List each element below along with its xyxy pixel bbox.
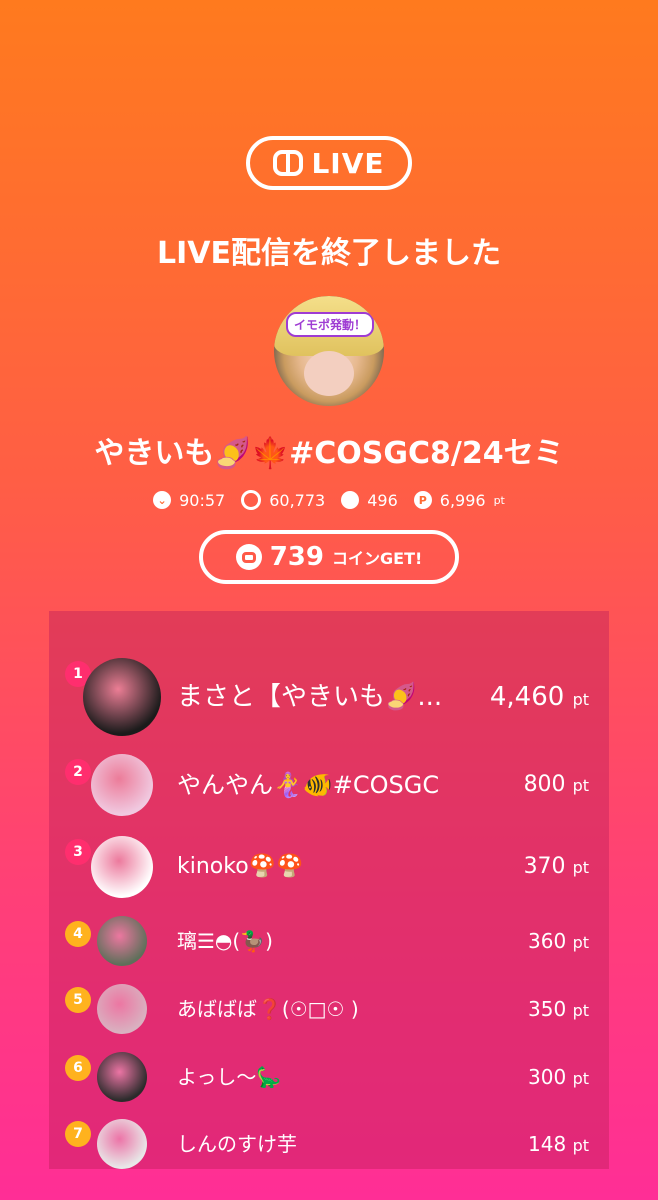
user-name: しんのすけ芋 xyxy=(177,1132,297,1156)
viewers-icon xyxy=(241,490,262,510)
user-avatar[interactable] xyxy=(91,754,153,816)
duration-stat: ⌄ 90:57 xyxy=(153,491,225,510)
points-unit: pt xyxy=(493,493,505,507)
user-avatar[interactable] xyxy=(91,836,153,898)
user-points: 370 pt xyxy=(524,835,589,899)
avatar-sticker: イモポ発動！ xyxy=(286,312,375,337)
user-name: やんやん🧜‍♀️🐠#COSGC xyxy=(177,771,440,799)
m-logo-icon xyxy=(273,150,304,176)
ranking-row[interactable]: 5 あばばば❓(☉□☉ ) 350 pt xyxy=(49,983,609,1035)
points-number: 370 xyxy=(523,854,566,879)
stats-bar: ⌄ 90:57 60,773 496 P 6,996 pt xyxy=(0,490,658,510)
points-number: 4,460 xyxy=(489,682,565,712)
points-stat: P 6,996 pt xyxy=(413,490,505,510)
user-name: 璃☰◓(🦆) xyxy=(177,929,273,953)
points-unit: pt xyxy=(572,776,589,795)
points-number: 800 xyxy=(523,772,566,797)
user-avatar[interactable] xyxy=(97,916,147,966)
user-avatar[interactable] xyxy=(97,984,147,1034)
coin-get-badge: 739 コインGET! xyxy=(199,530,459,584)
streamer-avatar[interactable]: イモポ発動！ xyxy=(274,296,384,406)
rank-badge: 4 xyxy=(65,921,91,947)
viewers-stat: 60,773 xyxy=(241,490,325,510)
user-points: 360 pt xyxy=(528,915,589,967)
points-icon: P xyxy=(413,491,432,509)
comment-bubble-icon xyxy=(341,491,360,509)
viewers-value: 60,773 xyxy=(269,490,326,510)
ranking-row[interactable]: 7 しんのすけ芋 148 pt xyxy=(49,1119,609,1169)
points-unit: pt xyxy=(572,690,589,709)
rank-badge: 6 xyxy=(65,1055,91,1081)
rank-badge: 7 xyxy=(65,1121,91,1147)
points-number: 300 xyxy=(528,1065,567,1089)
user-name: kinoko🍄🍄 xyxy=(177,854,304,879)
user-points: 148 pt xyxy=(528,1119,589,1169)
points-number: 360 xyxy=(528,929,567,953)
supporter-ranking: 1 まさと【やきいも🍠... 4,460 pt 2 やんやん🧜‍♀️🐠#COSGC 800… xyxy=(49,611,609,1169)
points-number: 350 xyxy=(528,997,567,1021)
rank-badge: 2 xyxy=(65,759,91,785)
comments-stat: 496 xyxy=(341,491,398,510)
points-unit: pt xyxy=(572,1069,589,1088)
rank-badge: 3 xyxy=(65,839,91,865)
logo-text: LIVE xyxy=(311,146,385,180)
coin-icon xyxy=(235,544,262,570)
avatar-face xyxy=(304,351,354,396)
user-points: 800 pt xyxy=(524,753,589,817)
points-unit: pt xyxy=(572,1136,589,1155)
points-unit: pt xyxy=(572,1001,589,1020)
ranking-row[interactable]: 4 璃☰◓(🦆) 360 pt xyxy=(49,915,609,967)
page-title: LIVE配信を終了しました xyxy=(157,236,501,271)
ranking-row[interactable]: 2 やんやん🧜‍♀️🐠#COSGC 800 pt xyxy=(49,753,609,817)
ranking-row[interactable]: 6 よっし〜🦕 300 pt xyxy=(49,1051,609,1103)
user-points: 4,460 pt xyxy=(490,657,589,737)
coin-amount: 739 xyxy=(269,542,324,572)
points-value: 6,996 xyxy=(439,490,486,510)
user-points: 300 pt xyxy=(528,1051,589,1103)
user-name: よっし〜🦕 xyxy=(177,1065,282,1089)
ranking-row[interactable]: 1 まさと【やきいも🍠... 4,460 pt xyxy=(49,657,609,737)
points-unit: pt xyxy=(572,858,589,877)
duration-value: 90:57 xyxy=(179,490,226,510)
user-name: あばばば❓(☉□☉ ) xyxy=(177,997,359,1021)
rank-badge: 5 xyxy=(65,987,91,1013)
clock-icon: ⌄ xyxy=(153,491,172,509)
points-number: 148 xyxy=(528,1132,567,1156)
user-name: まさと【やきいも🍠... xyxy=(177,682,443,712)
coin-suffix: コインGET! xyxy=(332,549,423,568)
user-avatar[interactable] xyxy=(97,1119,147,1169)
comments-value: 496 xyxy=(367,490,398,510)
points-unit: pt xyxy=(572,933,589,952)
ranking-row[interactable]: 3 kinoko🍄🍄 370 pt xyxy=(49,835,609,899)
streamer-name: やきいも🍠🍁#COSGC8/24セミ xyxy=(94,436,564,471)
user-avatar[interactable] xyxy=(97,1052,147,1102)
user-avatar[interactable] xyxy=(83,658,161,736)
user-points: 350 pt xyxy=(528,983,589,1035)
mixchannel-live-logo: LIVE xyxy=(246,136,412,190)
